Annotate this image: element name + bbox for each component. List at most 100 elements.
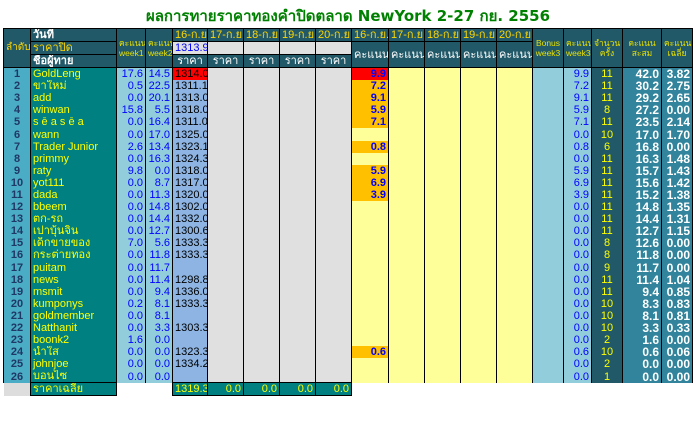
price-18 [243,261,280,274]
score-20 [496,188,533,202]
week2-score: 11.7 [145,261,173,274]
header-bonus: Bonus week3 [532,28,564,68]
week1-score: 0.0 [116,188,146,202]
total-score: 12.6 [622,237,662,250]
header-score: คะแนน [424,41,461,68]
price-16: 1313.0 [172,92,208,105]
rank-cell: 10 [3,176,31,189]
score-18 [424,188,461,202]
price-18 [243,321,280,335]
guess-count: 11 [591,164,623,177]
rank-cell: 6 [3,128,31,141]
player-name: เปาบุ้นจิ้น [30,225,117,238]
rank-cell: 11 [3,188,31,202]
score-17 [388,346,425,359]
guess-count: 11 [591,92,623,105]
price-19 [279,370,316,383]
guess-count: 11 [591,67,623,81]
player-name: Trader Junior [30,140,117,153]
score-18 [424,237,461,250]
week1-score: 0.0 [116,321,146,335]
table-row: 19 msmit 0.0 9.4 1336.0 0.0 11 9.4 0.85 [3,285,693,298]
bonus-week3 [532,358,564,371]
total-score: 11.4 [622,273,662,286]
score-19 [460,237,497,250]
week1-score: 0.0 [116,116,146,129]
week3-score: 6.9 [563,176,592,189]
table-row: 7 Trader Junior 2.6 13.4 1323.1 0.8 0.8 6 16.8 0.… [3,140,693,153]
week3-score: 7.1 [563,116,592,129]
close-price: 1313.9 [172,41,208,55]
price-20 [315,140,352,153]
score-16 [351,321,389,335]
bonus-week3 [532,249,564,262]
score-18 [424,297,461,310]
score-18 [424,104,461,117]
week2-score: 17.0 [145,128,173,141]
price-19 [279,285,316,298]
score-16: 5.9 [351,164,389,177]
score-18 [424,309,461,322]
price-20 [315,67,352,81]
price-19 [279,261,316,274]
guess-count: 10 [591,309,623,322]
page-title: ผลการทายราคาทองคำปิดตลาด NewYork 2-27 กย… [145,7,551,25]
price-20 [315,128,352,141]
score-19 [460,346,497,359]
bonus-week3 [532,261,564,274]
week2-score: 0.0 [145,346,173,359]
price-17 [207,67,244,81]
week3-score: 0.0 [563,213,592,226]
week1-score: 15.8 [116,104,146,117]
price-16: 1318.0 [172,104,208,117]
average-score: 0.06 [661,346,693,359]
player-name: Natthanit [30,321,117,335]
price-20 [315,80,352,93]
price-16: 1320.0 [172,188,208,202]
average-score: 1.70 [661,128,693,141]
score-16: 9.1 [351,92,389,105]
price-19 [279,249,316,262]
score-18 [424,285,461,298]
player-name: msmit [30,285,117,298]
score-19 [460,67,497,81]
total-score: 29.2 [622,92,662,105]
score-18 [424,358,461,371]
bonus-week3 [532,370,564,383]
week2-score: 14.5 [145,67,173,81]
player-name: bbeem [30,201,117,214]
header-score: คะแนน [388,41,425,68]
rank-cell: 22 [3,321,31,335]
score-18 [424,67,461,81]
price-18 [243,249,280,262]
footer-avg-price: 0.0 [207,382,244,397]
score-20 [496,116,533,129]
player-name: น้ำใส [30,346,117,359]
bonus-week3 [532,273,564,286]
header-close-label: ราคาปิด [30,41,117,55]
average-score: 0.00 [661,237,693,250]
bonus-week3 [532,80,564,93]
price-19 [279,152,316,165]
header-date-label: วันที่ [30,28,117,42]
week3-score: 0.0 [563,309,592,322]
price-17 [207,297,244,310]
score-17 [388,370,425,383]
bonus-week3 [532,140,564,153]
player-name: primmy [30,152,117,165]
header-price: ราคา [315,54,352,68]
price-18 [243,297,280,310]
score-17 [388,67,425,81]
score-17 [388,213,425,226]
total-score: 14.8 [622,201,662,214]
header-price-date: 16-ก.ย. [172,28,208,42]
guess-count: 10 [591,297,623,310]
price-17 [207,273,244,286]
week2-score: 11.4 [145,273,173,286]
average-score: 1.42 [661,176,693,189]
week1-score: 0.0 [116,213,146,226]
total-score: 0.0 [622,358,662,371]
total-score: 15.6 [622,176,662,189]
score-16: 3.9 [351,188,389,202]
header-rank: ลำดับ [3,28,31,68]
